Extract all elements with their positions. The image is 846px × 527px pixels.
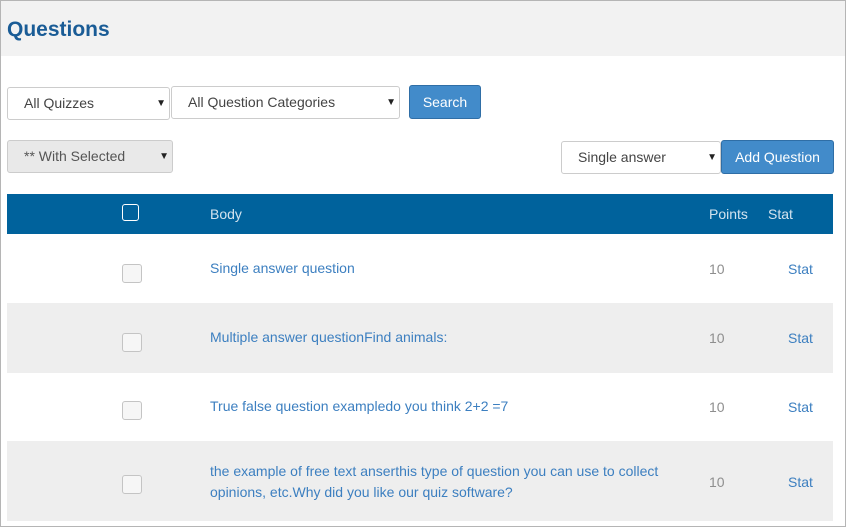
column-header-stat: Stat: [768, 206, 793, 222]
table-row: the example of free text anserthis type …: [7, 441, 833, 521]
questions-panel: Questions All Quizzes ▼ All Question Cat…: [0, 0, 846, 527]
row-checkbox[interactable]: [122, 475, 142, 494]
quiz-filter-select[interactable]: All Quizzes ▼: [7, 87, 170, 120]
select-all-checkbox[interactable]: [122, 204, 139, 221]
bulk-action-value: ** With Selected: [24, 148, 126, 164]
question-body-link[interactable]: the example of free text anserthis type …: [210, 461, 690, 503]
bulk-action-select[interactable]: ** With Selected ▼: [7, 140, 173, 173]
category-filter-value: All Question Categories: [188, 94, 336, 110]
stat-link[interactable]: Stat: [788, 261, 813, 277]
table-row: Multiple answer questionFind animals: 10…: [7, 303, 833, 373]
page-title: Questions: [7, 18, 110, 41]
add-question-button[interactable]: Add Question: [721, 140, 834, 174]
question-body-link[interactable]: True false question exampledo you think …: [210, 396, 690, 417]
question-type-select[interactable]: Single answer ▼: [561, 141, 721, 174]
search-button[interactable]: Search: [409, 85, 481, 119]
caret-down-icon: ▼: [159, 151, 169, 162]
caret-down-icon: ▼: [156, 98, 166, 109]
quiz-filter-value: All Quizzes: [24, 95, 95, 111]
category-filter-select[interactable]: All Question Categories ▼: [171, 86, 400, 119]
row-checkbox[interactable]: [122, 333, 142, 352]
page-header: Questions: [1, 1, 845, 56]
caret-down-icon: ▼: [386, 97, 396, 108]
table-row: True false question exampledo you think …: [7, 373, 833, 441]
question-type-value: Single answer: [578, 149, 666, 165]
row-checkbox[interactable]: [122, 264, 142, 283]
question-points: 10: [709, 330, 725, 346]
question-body-link[interactable]: Multiple answer questionFind animals:: [210, 327, 690, 348]
table-row: Single answer question 10 Stat: [7, 235, 833, 303]
question-points: 10: [709, 261, 725, 277]
column-header-points: Points: [709, 206, 748, 222]
stat-link[interactable]: Stat: [788, 330, 813, 346]
question-points: 10: [709, 474, 725, 490]
row-checkbox[interactable]: [122, 401, 142, 420]
stat-link[interactable]: Stat: [788, 474, 813, 490]
stat-link[interactable]: Stat: [788, 399, 813, 415]
table-header: Body Points Stat: [7, 194, 833, 234]
question-points: 10: [709, 399, 725, 415]
caret-down-icon: ▼: [707, 152, 717, 163]
question-body-link[interactable]: Single answer question: [210, 258, 690, 279]
column-header-body: Body: [210, 206, 242, 222]
